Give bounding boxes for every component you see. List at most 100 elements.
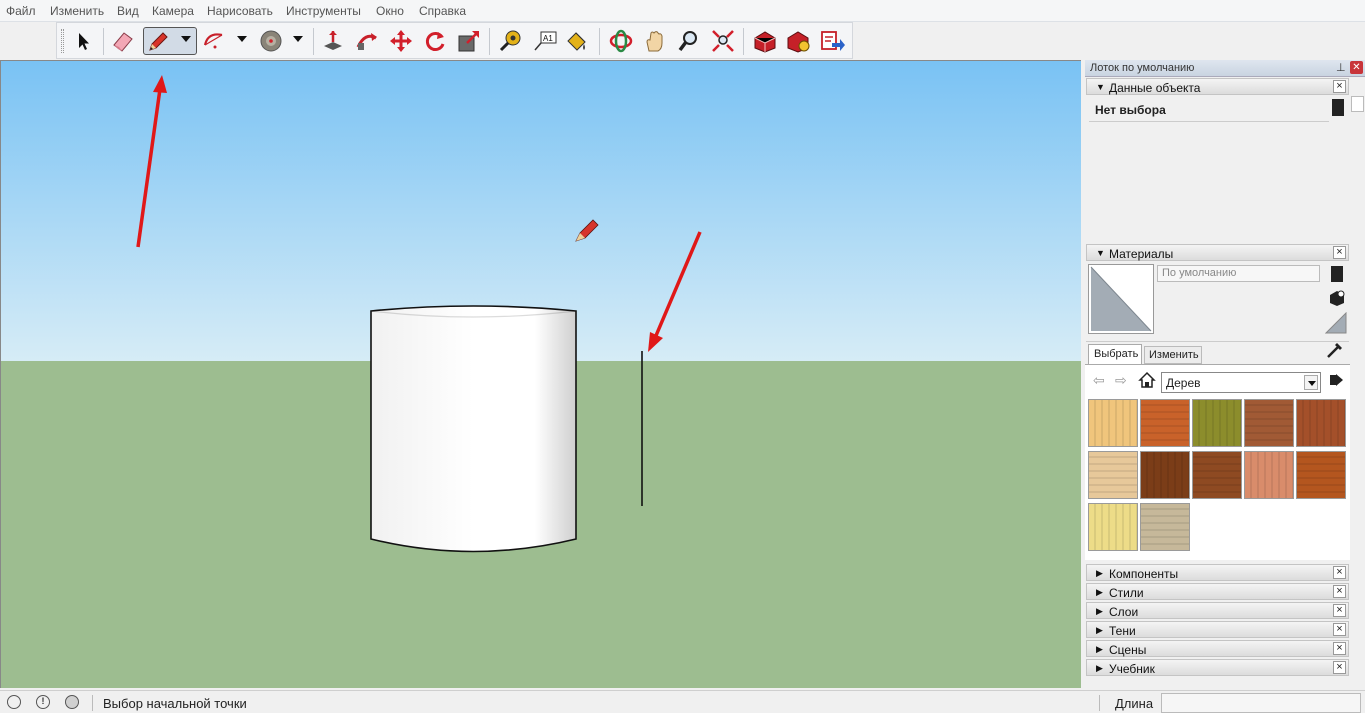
close-icon[interactable]: × (1333, 642, 1346, 655)
tray-title-bar: Лоток по умолчанию ⊥ ✕ (1085, 60, 1365, 77)
pencil-icon (149, 32, 168, 51)
close-icon[interactable]: × (1333, 80, 1346, 93)
info-icon[interactable]: ! (36, 695, 50, 709)
menu-file[interactable]: Файл (6, 4, 36, 18)
entity-info-panel: Нет выбора (1086, 96, 1349, 242)
scale-tool-button[interactable] (455, 27, 483, 55)
arc-tool-button[interactable] (201, 27, 229, 55)
back-arrow-icon[interactable]: ⇦ (1093, 372, 1105, 389)
menu-draw[interactable]: Нарисовать (207, 4, 273, 18)
panel-header[interactable]: ▶ Компоненты × (1086, 564, 1349, 581)
close-icon[interactable]: × (1333, 623, 1346, 636)
default-material-icon[interactable] (1324, 311, 1347, 334)
tab-select[interactable]: Выбрать (1088, 344, 1142, 364)
menu-camera[interactable]: Камера (152, 4, 194, 18)
drawing-viewport[interactable] (0, 60, 1081, 688)
model-scene[interactable] (1, 61, 1081, 688)
eraser-tool-button[interactable] (109, 27, 137, 55)
panel-title: Компоненты (1109, 567, 1179, 581)
sample-paint-icon[interactable] (1328, 289, 1346, 307)
push-pull-tool-button[interactable] (319, 27, 347, 55)
chevron-down-icon[interactable] (181, 36, 191, 42)
rotate-tool-button[interactable] (421, 27, 449, 55)
send-to-layout-tool-button[interactable] (819, 27, 847, 55)
material-swatch[interactable] (1140, 451, 1190, 499)
material-swatch[interactable] (1244, 451, 1294, 499)
close-icon[interactable]: × (1333, 246, 1346, 259)
material-swatch[interactable] (1192, 451, 1242, 499)
move-tool-button[interactable] (387, 27, 415, 55)
forward-arrow-icon[interactable]: ⇨ (1115, 372, 1127, 389)
menu-edit[interactable]: Изменить (50, 4, 104, 18)
material-swatch[interactable] (1088, 451, 1138, 499)
select-tool-button[interactable] (69, 27, 97, 55)
material-swatch[interactable] (1192, 399, 1242, 447)
user-icon[interactable] (65, 695, 79, 709)
zoom-extents-tool-button[interactable] (709, 27, 737, 55)
eyedropper-icon[interactable] (1325, 340, 1345, 360)
material-swatch[interactable] (1140, 399, 1190, 447)
tape-measure-tool-button[interactable] (497, 27, 525, 55)
menu-tools[interactable]: Инструменты (286, 4, 361, 18)
triangle-down-icon: ▼ (1096, 248, 1105, 258)
scale-icon (458, 31, 479, 52)
paint-bucket-tool-button[interactable] (563, 27, 591, 55)
material-preview (1088, 264, 1154, 334)
geo-location-icon[interactable] (7, 695, 21, 709)
follow-me-tool-button[interactable] (353, 27, 381, 55)
panel-header[interactable]: ▶ Учебник × (1086, 659, 1349, 676)
warehouse-icon (754, 31, 776, 53)
menu-view[interactable]: Вид (117, 4, 139, 18)
panel-header[interactable]: ▶ Слои × (1086, 602, 1349, 619)
orbit-tool-button[interactable] (607, 27, 635, 55)
material-swatch[interactable] (1088, 399, 1138, 447)
toolbar-separator (489, 28, 490, 55)
material-swatch[interactable] (1296, 451, 1346, 499)
collection-dropdown[interactable]: Дерев (1161, 372, 1321, 393)
entity-info-header[interactable]: ▼ Данные объекта × (1086, 78, 1349, 95)
triangle-right-icon: ▶ (1096, 587, 1103, 597)
scrollbar-thumb[interactable] (1351, 96, 1364, 112)
close-icon[interactable]: × (1333, 604, 1346, 617)
close-icon[interactable]: × (1333, 661, 1346, 674)
menu-window[interactable]: Окно (376, 4, 404, 18)
panel-header[interactable]: ▶ Стили × (1086, 583, 1349, 600)
chevron-down-icon[interactable] (1304, 375, 1318, 390)
panel-header[interactable]: ▶ Тени × (1086, 621, 1349, 638)
zoom-tool-button[interactable] (675, 27, 703, 55)
warehouse-tool-button[interactable] (751, 27, 779, 55)
chevron-down-icon[interactable] (237, 36, 247, 42)
panel-title: Слои (1109, 605, 1139, 619)
pan-tool-button[interactable] (641, 27, 669, 55)
material-swatch[interactable] (1088, 503, 1138, 551)
details-toggle-icon[interactable] (1332, 99, 1344, 116)
cylinder-model[interactable] (370, 305, 577, 553)
shapes-tool-button[interactable] (257, 27, 285, 55)
panel-header[interactable]: ▶ Сцены × (1086, 640, 1349, 657)
paint-bucket-icon (567, 32, 586, 51)
chevron-down-icon[interactable] (293, 36, 303, 42)
toolbar-grip[interactable] (61, 29, 64, 53)
extension-warehouse-tool-button[interactable] (785, 27, 813, 55)
details-arrow-icon[interactable] (1329, 371, 1345, 392)
pin-icon[interactable]: ⊥ (1336, 61, 1346, 74)
push-pull-icon (324, 31, 342, 50)
close-icon[interactable]: ✕ (1350, 61, 1363, 74)
material-swatch[interactable] (1140, 503, 1190, 551)
text-tool-button[interactable]: A1 (531, 27, 559, 55)
selection-text: Нет выбора (1089, 100, 1329, 122)
materials-header[interactable]: ▼ Материалы × (1086, 244, 1349, 261)
measurement-label: Длина (1115, 696, 1154, 711)
material-swatch[interactable] (1244, 399, 1294, 447)
close-icon[interactable]: × (1333, 566, 1346, 579)
material-name-field[interactable]: По умолчанию (1157, 265, 1320, 282)
tab-edit[interactable]: Изменить (1144, 346, 1202, 364)
material-swatch[interactable] (1296, 399, 1346, 447)
measurement-input[interactable] (1161, 693, 1361, 713)
panel-title: Тени (1109, 624, 1136, 638)
create-material-icon[interactable] (1331, 266, 1343, 282)
home-icon[interactable] (1138, 371, 1156, 392)
menu-help[interactable]: Справка (419, 4, 466, 18)
material-swatch-grid (1088, 399, 1350, 556)
close-icon[interactable]: × (1333, 585, 1346, 598)
